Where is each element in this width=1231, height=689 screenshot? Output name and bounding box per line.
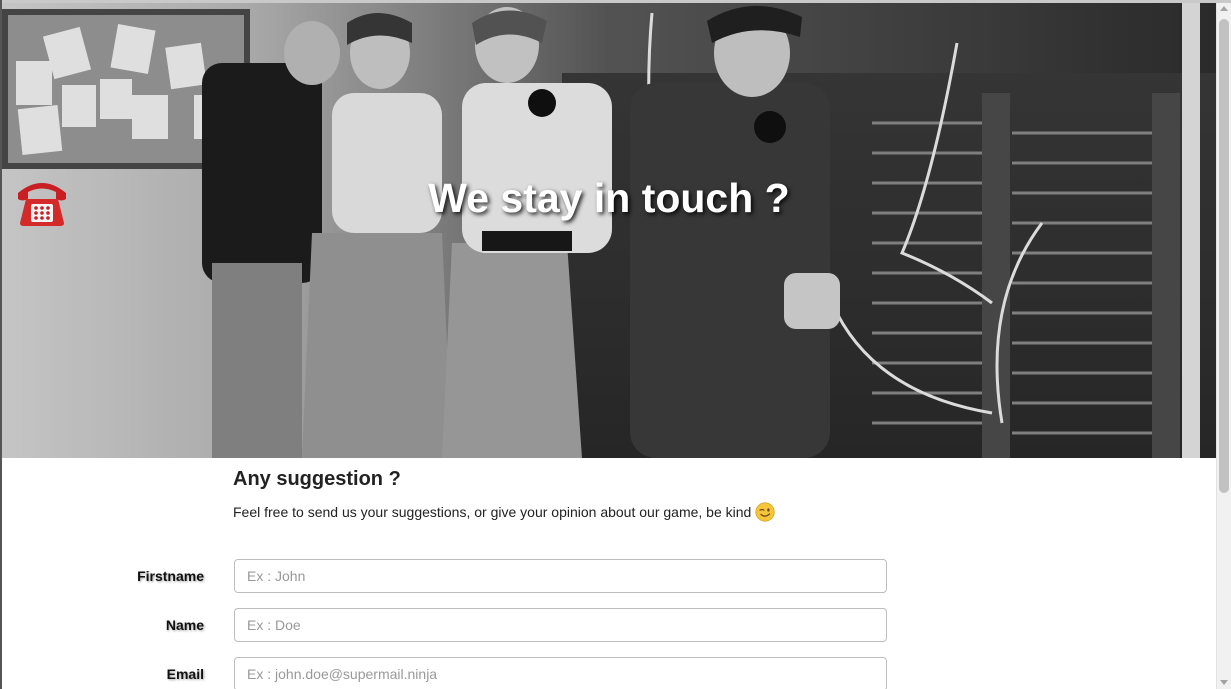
firstname-input[interactable] (234, 559, 887, 593)
name-input[interactable] (234, 608, 887, 642)
email-label: Email (166, 666, 204, 682)
firstname-label: Firstname (137, 568, 204, 584)
page-scrollbar[interactable] (1216, 3, 1231, 689)
scroll-thumb[interactable] (1219, 19, 1229, 493)
scroll-up-arrow-icon[interactable] (1220, 6, 1228, 11)
telephone-icon (18, 183, 66, 226)
hero-title-text: We stay in touch ? (428, 175, 790, 221)
section-intro: Feel free to send us your suggestions, o… (233, 502, 775, 522)
hero-title: We stay in touch ? (2, 175, 1216, 226)
firstname-row: Firstname (0, 559, 1216, 593)
scroll-down-arrow-icon[interactable] (1220, 680, 1228, 685)
winking-face-icon (755, 502, 775, 522)
email-input[interactable] (234, 657, 887, 689)
name-label: Name (165, 617, 204, 633)
section-heading: Any suggestion ? (233, 468, 401, 490)
email-row: Email (0, 657, 1216, 689)
hero-banner: We stay in touch ? (2, 3, 1216, 458)
name-row: Name (0, 608, 1216, 642)
switchboard-photo (2, 3, 1216, 458)
section-intro-text: Feel free to send us your suggestions, o… (233, 504, 752, 520)
